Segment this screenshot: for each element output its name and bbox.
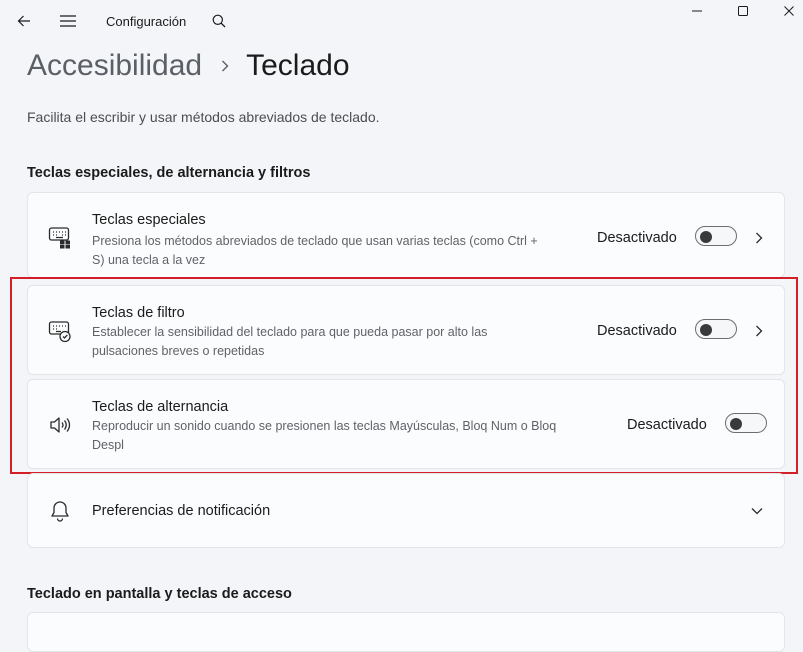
highlight-box bbox=[10, 277, 798, 474]
setting-title: Teclas especiales bbox=[92, 212, 206, 228]
page-description: Facilita el escribir y usar métodos abre… bbox=[27, 109, 380, 125]
chevron-right-icon bbox=[222, 60, 229, 72]
chevron-right-icon[interactable] bbox=[751, 230, 767, 246]
maximize-button[interactable] bbox=[720, 0, 766, 22]
setting-card-notification-preferences[interactable]: Preferencias de notificación bbox=[27, 473, 785, 548]
keyboard-sticky-keys-icon bbox=[47, 224, 73, 250]
close-icon bbox=[784, 6, 794, 16]
back-arrow-icon bbox=[17, 15, 30, 27]
search-button[interactable] bbox=[206, 8, 232, 34]
section-title-special-keys: Teclas especiales, de alternancia y filt… bbox=[27, 165, 311, 181]
maximize-icon bbox=[738, 6, 748, 16]
section-title-onscreen-keyboard: Teclado en pantalla y teclas de acceso bbox=[27, 586, 292, 602]
sticky-keys-toggle[interactable] bbox=[695, 226, 737, 246]
minimize-button[interactable] bbox=[674, 0, 720, 22]
navigation-menu-button[interactable] bbox=[54, 8, 82, 34]
close-button[interactable] bbox=[766, 0, 803, 22]
chevron-down-icon[interactable] bbox=[749, 503, 765, 519]
setting-description: Presiona los métodos abreviados de tecla… bbox=[92, 232, 538, 269]
setting-card-sticky-keys[interactable]: Teclas especiales Presiona los métodos a… bbox=[27, 192, 785, 278]
app-title: Configuración bbox=[106, 14, 187, 29]
hamburger-menu-icon bbox=[60, 15, 76, 27]
breadcrumb: Accesibilidad Teclado bbox=[27, 44, 350, 88]
breadcrumb-parent-link[interactable]: Accesibilidad bbox=[27, 49, 202, 83]
toggle-state-label: Desactivado bbox=[597, 230, 677, 246]
setting-description-line: S) una tecla a la vez bbox=[92, 252, 206, 267]
title-bar: Configuración bbox=[0, 0, 803, 44]
page-title: Teclado bbox=[246, 49, 350, 82]
minimize-icon bbox=[692, 10, 702, 12]
setting-card-partial[interactable] bbox=[27, 612, 785, 652]
setting-title: Preferencias de notificación bbox=[92, 503, 271, 519]
toggle-knob bbox=[700, 231, 712, 243]
setting-description-line: Presiona los métodos abreviados de tecla… bbox=[92, 234, 538, 248]
bell-icon bbox=[47, 498, 73, 524]
back-button[interactable] bbox=[10, 8, 38, 34]
breadcrumb-separator bbox=[220, 59, 230, 73]
search-icon bbox=[212, 14, 226, 28]
